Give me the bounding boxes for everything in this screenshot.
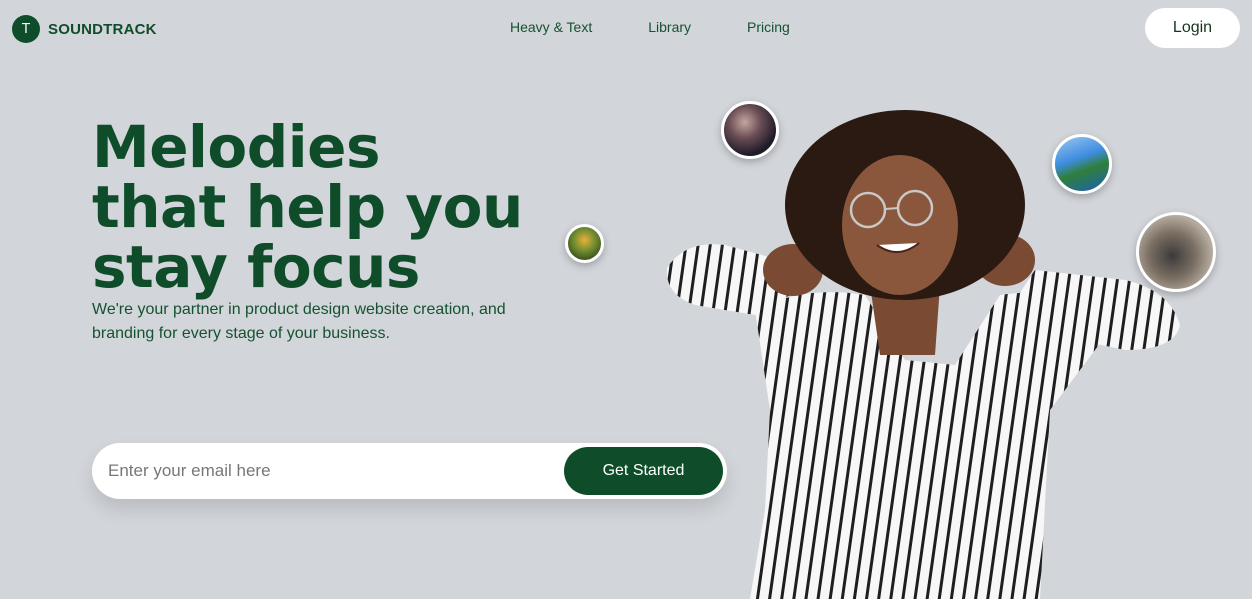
main-nav: Heavy & Text Library Pricing [510,19,846,35]
plants-thumbnail [565,224,604,263]
nav-link-heavy-text[interactable]: Heavy & Text [510,19,592,35]
email-input[interactable] [108,457,538,485]
hero-person-image [666,110,1180,599]
nav-link-library[interactable]: Library [648,19,691,35]
hero-title-line-1: Melodies [92,113,381,181]
logo-mark-icon: T [12,15,40,43]
brand-name: SOUNDTRACK [48,20,157,38]
music-mixer-thumbnail [721,101,779,159]
brand-logo[interactable]: T SOUNDTRACK [12,15,157,43]
login-button[interactable]: Login [1145,8,1240,48]
hero-subtitle: We're your partner in product design web… [92,301,506,342]
hero-title: Melodies that help you stay focus [92,117,572,297]
studio-thumbnail [1136,212,1216,292]
hero-title-line-3: stay focus [92,233,420,301]
nav-link-pricing[interactable]: Pricing [747,19,790,35]
hero-title-line-2: that help you [92,173,523,241]
coastline-thumbnail [1052,134,1112,194]
email-signup-form: Get Started [92,443,727,499]
